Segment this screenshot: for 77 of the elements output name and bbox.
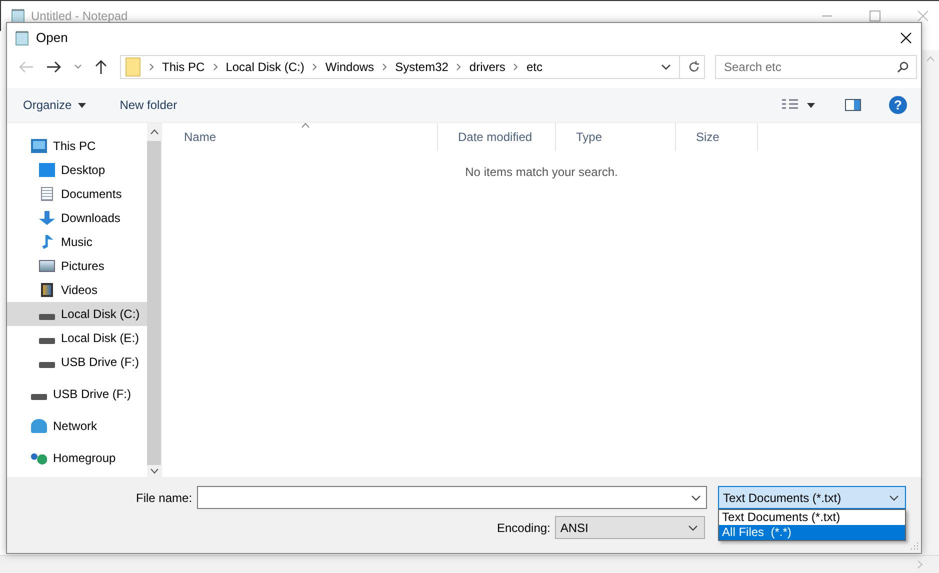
caret-icon[interactable] xyxy=(150,468,158,474)
chevron-icon xyxy=(513,63,518,71)
dropdown-option[interactable]: Text Documents (*.txt) xyxy=(719,510,906,525)
sidebar-item[interactable]: Videos xyxy=(7,278,147,302)
scrollbar[interactable] xyxy=(147,123,161,477)
sidebar-item[interactable]: Local Disk (E:) xyxy=(7,326,147,350)
column-header[interactable]: Size xyxy=(676,123,758,151)
column-header[interactable]: Name xyxy=(164,123,438,151)
sidebar-item[interactable]: This PC xyxy=(7,134,147,158)
drive-icon xyxy=(39,314,55,320)
pc-icon xyxy=(31,139,47,153)
preview-pane-icon[interactable] xyxy=(845,99,861,111)
sort-caret-icon xyxy=(300,123,310,128)
sidebar-item[interactable]: Network xyxy=(7,414,147,438)
chevron-icon xyxy=(212,63,218,71)
empty-message: No items match your search. xyxy=(464,165,619,179)
caret-icon[interactable] xyxy=(807,102,815,108)
column-header[interactable]: Date modified xyxy=(438,123,556,151)
up-arrow-icon[interactable] xyxy=(94,59,108,75)
chevron-icon xyxy=(149,63,154,71)
folder-icon xyxy=(125,57,141,77)
breadcrumb-item[interactable]: Local Disk (C:) xyxy=(226,60,304,74)
sidebar-item[interactable]: USB Drive (F:) xyxy=(7,382,147,406)
forward-arrow-icon[interactable] xyxy=(46,60,62,74)
dropdown-option[interactable]: All Files (*.*) xyxy=(719,525,906,540)
dialog-title: Open xyxy=(36,30,68,45)
field-label: Encoding: xyxy=(497,520,550,534)
field-label: File name: xyxy=(136,490,192,504)
sidebar-item[interactable]: USB Drive (F:) xyxy=(7,350,147,374)
resize-grip-icon[interactable] xyxy=(909,541,919,551)
sidebar-item[interactable]: Homegroup xyxy=(7,446,147,470)
documents-icon xyxy=(41,187,53,201)
breadcrumb-item[interactable]: drivers xyxy=(469,60,506,74)
chevron-icon xyxy=(456,63,462,71)
chevron-icon xyxy=(382,63,388,71)
sidebar-item[interactable]: Downloads xyxy=(7,206,147,230)
sidebar-item[interactable]: Pictures xyxy=(7,254,147,278)
column-header[interactable]: Type xyxy=(556,123,676,151)
view-options-icon[interactable] xyxy=(781,98,799,112)
encoding-dropdown[interactable]: ANSI xyxy=(555,516,706,539)
caret-icon[interactable] xyxy=(661,64,671,70)
notepad-icon xyxy=(11,8,25,24)
help-icon[interactable]: ? xyxy=(889,96,907,114)
window-title: Untitled - Notepad xyxy=(31,9,128,23)
drive-icon xyxy=(39,362,55,368)
scrollbar[interactable] xyxy=(0,555,939,573)
network-icon xyxy=(31,419,47,433)
address-bar[interactable]: This PC Local Disk (C:) Windows System32 drivers etc xyxy=(120,55,705,79)
breadcrumb-item[interactable]: System32 xyxy=(395,60,448,74)
caret-icon xyxy=(78,102,86,108)
new-folder-button[interactable]: New folder xyxy=(114,95,184,115)
videos-icon xyxy=(41,283,53,297)
sidebar-item[interactable]: Music xyxy=(7,230,147,254)
caret-icon[interactable] xyxy=(150,129,158,135)
sidebar-item[interactable]: Local Disk (C:) xyxy=(7,302,147,326)
refresh-icon[interactable] xyxy=(688,60,700,74)
homegroup-icon xyxy=(31,451,47,465)
pictures-icon xyxy=(39,260,55,272)
close-icon[interactable] xyxy=(900,32,912,44)
drive-icon xyxy=(39,338,55,344)
organize-button[interactable]: Organize xyxy=(17,95,92,115)
sidebar-item[interactable]: Desktop xyxy=(7,158,147,182)
drive-icon xyxy=(31,394,47,400)
breadcrumb-item[interactable]: Windows xyxy=(325,60,374,74)
notepad-icon xyxy=(15,30,29,46)
chevron-icon xyxy=(312,63,318,71)
caret-icon xyxy=(688,524,698,530)
caret-icon xyxy=(889,494,900,500)
sidebar-item[interactable]: Documents xyxy=(7,182,147,206)
file-name-field[interactable] xyxy=(197,486,708,509)
breadcrumb-item[interactable]: This PC xyxy=(162,60,205,74)
maximize-icon[interactable] xyxy=(869,10,881,22)
file-type-dropdown[interactable]: Text Documents (*.txt) xyxy=(718,486,906,509)
scrollbar[interactable] xyxy=(922,50,939,555)
desktop-icon xyxy=(39,163,55,177)
breadcrumb-item[interactable]: etc xyxy=(526,60,542,74)
search-field[interactable]: Search etc xyxy=(715,55,917,79)
